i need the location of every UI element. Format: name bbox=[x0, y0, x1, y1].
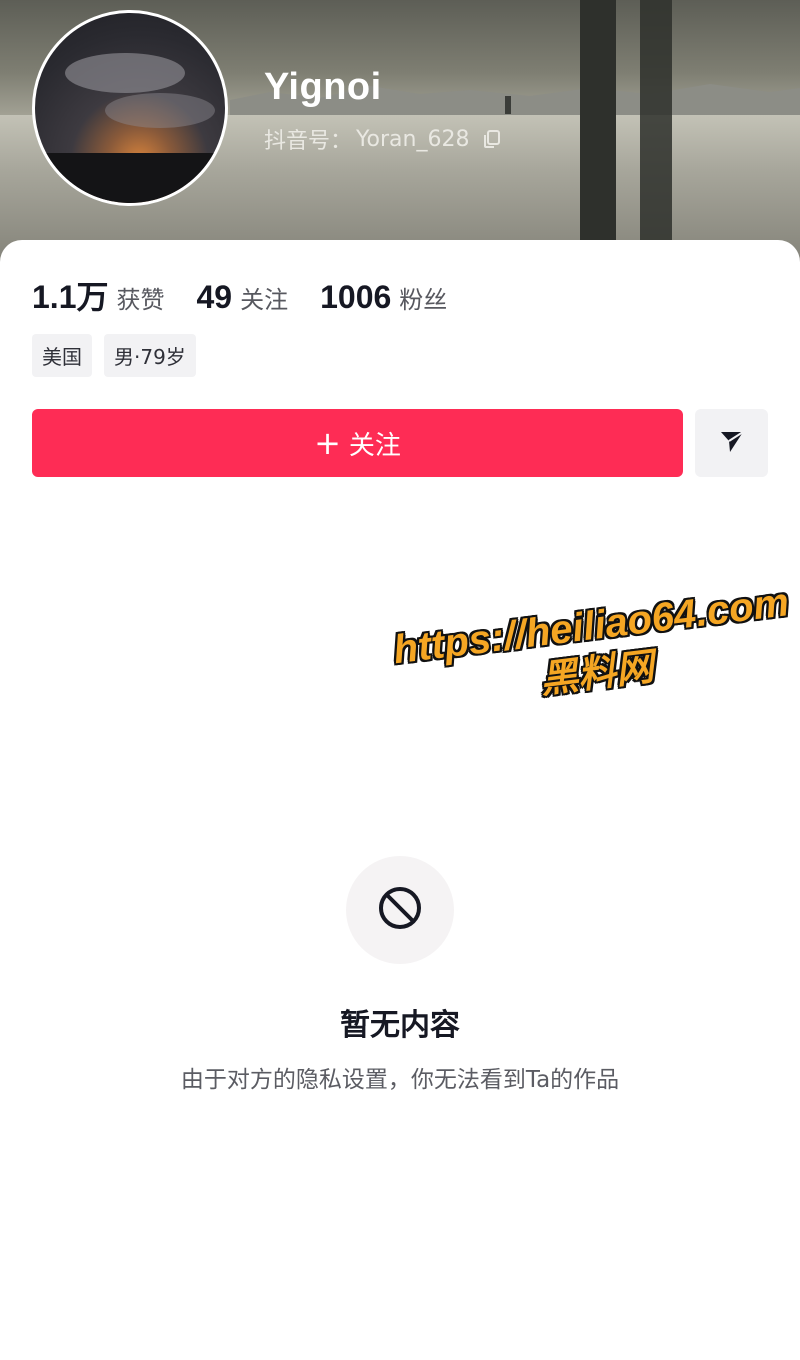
profile-card: 1.1万 获赞 49 关注 1006 粉丝 美国 男·79岁 + 关注 bbox=[0, 240, 800, 1360]
stat-following[interactable]: 49 关注 bbox=[197, 279, 289, 316]
avatar-city-silhouette bbox=[35, 153, 225, 203]
stat-followers-value: 1006 bbox=[320, 279, 392, 315]
share-button[interactable] bbox=[695, 409, 768, 477]
stat-likes-label: 获赞 bbox=[116, 286, 165, 314]
profile-username: Yignoi bbox=[264, 66, 382, 108]
stat-followers-label: 粉丝 bbox=[399, 286, 448, 314]
douyin-id-label: 抖音号： bbox=[264, 129, 353, 154]
douyin-id-value: Yoran_628 bbox=[356, 126, 470, 152]
empty-state-description: 由于对方的隐私设置，你无法看到Ta的作品 bbox=[180, 1067, 620, 1093]
empty-state-icon-wrap bbox=[346, 856, 454, 964]
profile-tags: 美国 男·79岁 bbox=[32, 334, 196, 377]
douyin-id[interactable]: 抖音号： Yoran_628 bbox=[264, 123, 503, 155]
cover-lighthouse bbox=[505, 96, 511, 114]
prohibited-icon bbox=[377, 885, 423, 935]
stat-likes-value: 1.1万 bbox=[32, 279, 109, 315]
follow-button[interactable]: + 关注 bbox=[32, 409, 683, 477]
stat-following-label: 关注 bbox=[240, 286, 289, 314]
send-arrow-icon bbox=[718, 427, 746, 459]
empty-state-title: 暂无内容 bbox=[340, 1008, 460, 1043]
avatar-cloud bbox=[105, 93, 215, 128]
avatar[interactable] bbox=[32, 10, 228, 206]
tag-gender-age: 男·79岁 bbox=[104, 334, 196, 377]
plus-icon: + bbox=[314, 424, 341, 462]
avatar-cloud bbox=[65, 53, 185, 93]
stat-likes[interactable]: 1.1万 获赞 bbox=[32, 272, 165, 318]
tag-location: 美国 bbox=[32, 334, 92, 377]
follow-button-label: 关注 bbox=[348, 430, 401, 461]
stat-followers[interactable]: 1006 粉丝 bbox=[320, 279, 447, 316]
stat-following-value: 49 bbox=[196, 279, 233, 315]
profile-stats: 1.1万 获赞 49 关注 1006 粉丝 bbox=[32, 272, 479, 318]
copy-icon[interactable] bbox=[481, 128, 503, 150]
